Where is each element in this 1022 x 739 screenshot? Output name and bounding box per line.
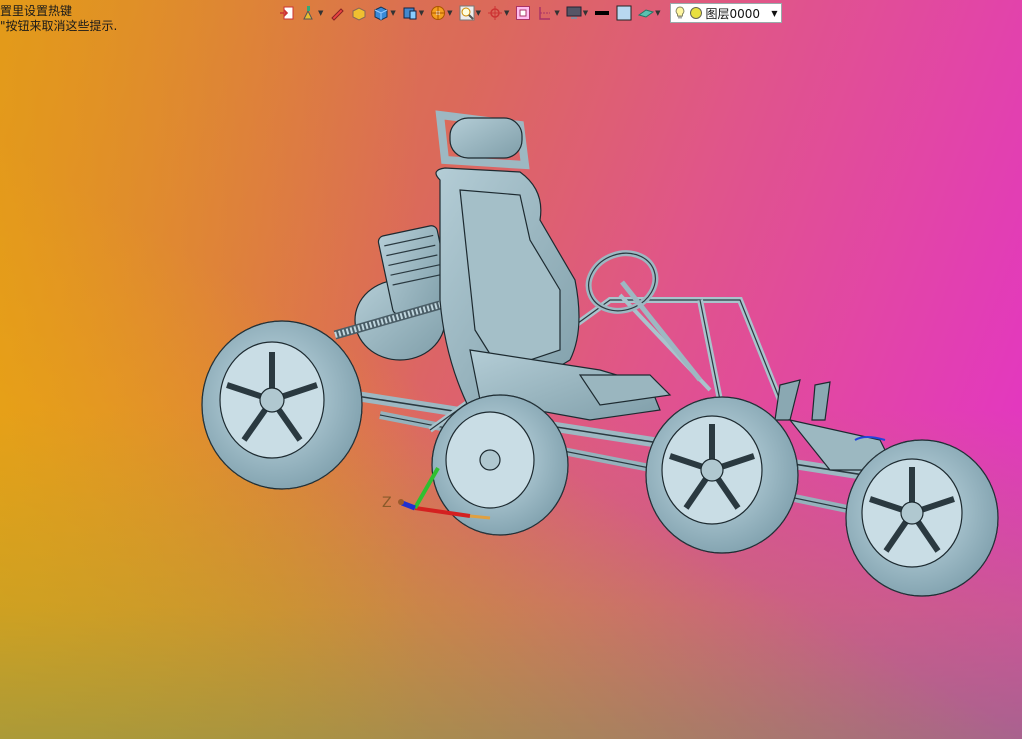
engine <box>333 225 453 361</box>
3d-viewport[interactable]: Z <box>0 0 1022 739</box>
wheel-rear-left <box>201 320 363 490</box>
buggy-model <box>201 110 999 597</box>
wheel-front-left <box>645 396 799 554</box>
wheel-front-right <box>845 439 999 597</box>
z-axis-label: Z <box>382 495 392 511</box>
seat <box>435 110 672 421</box>
